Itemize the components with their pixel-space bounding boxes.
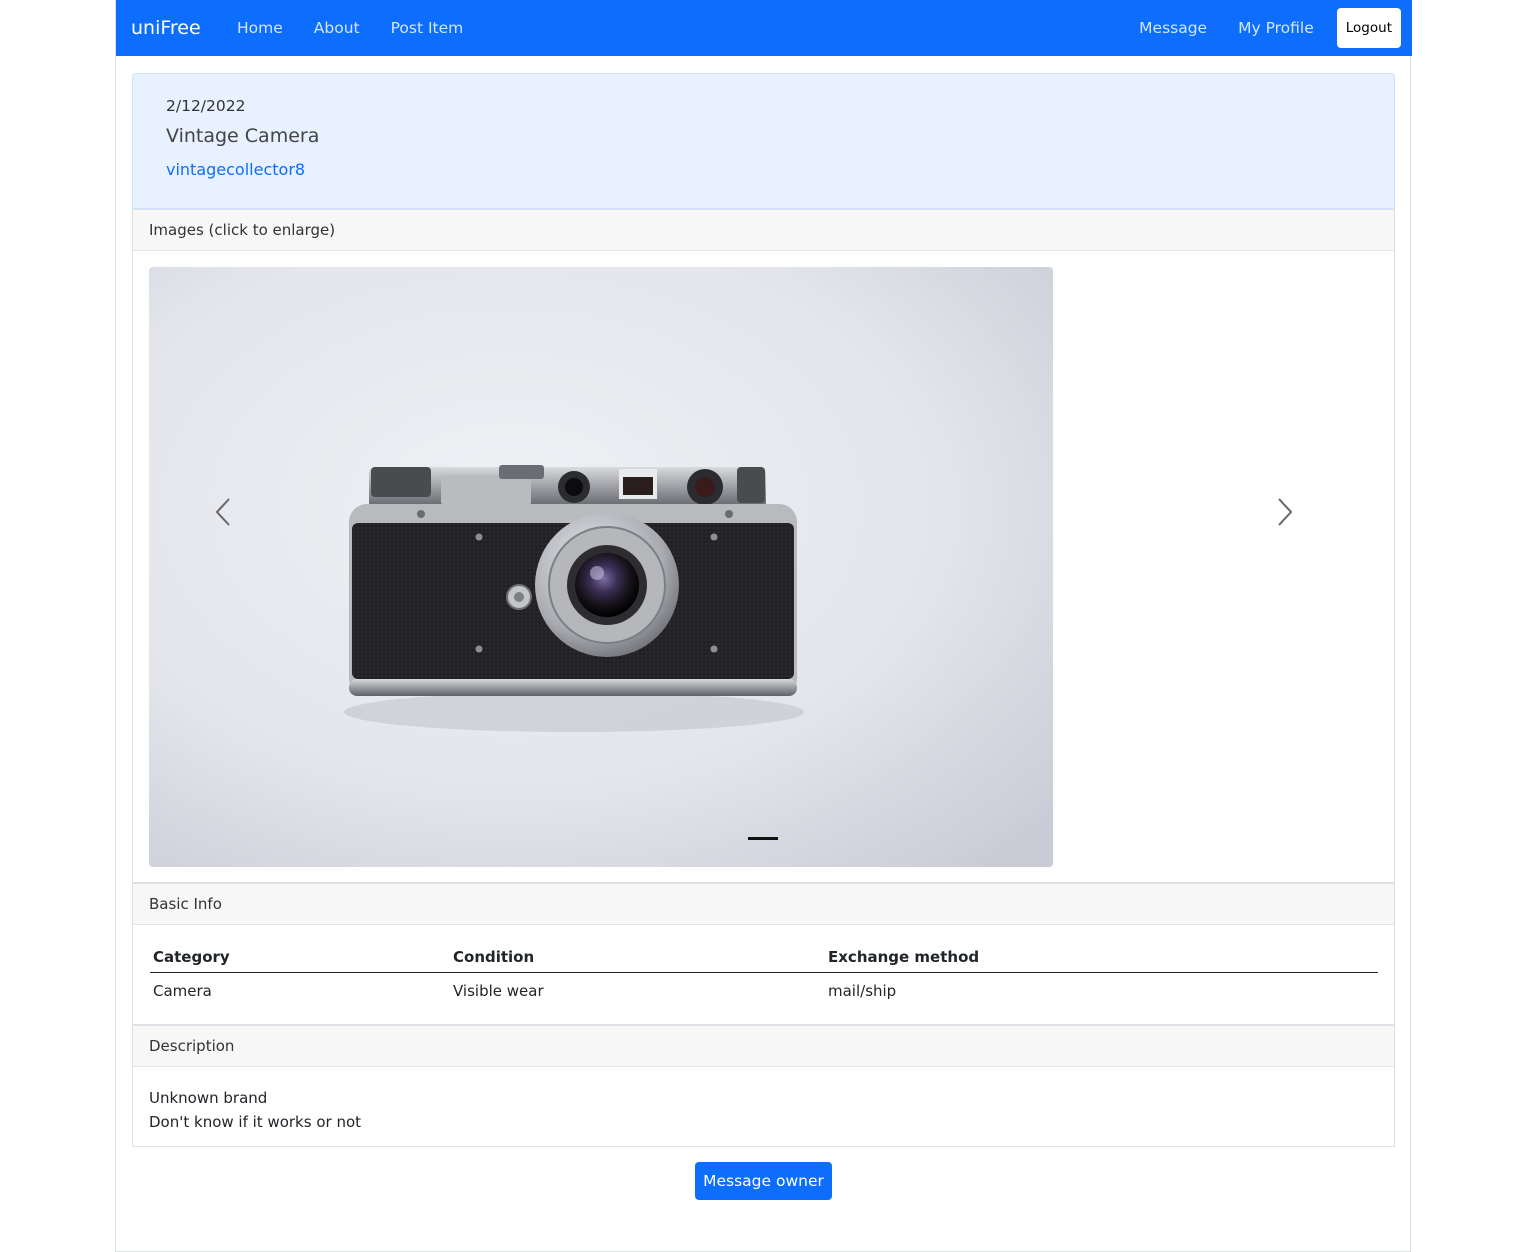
carousel-prev-button[interactable] bbox=[209, 495, 239, 529]
chevron-left-icon bbox=[215, 498, 230, 526]
description-body: Unknown brand Don't know if it works or … bbox=[133, 1067, 1394, 1134]
exchange-method-value: mail/ship bbox=[828, 982, 897, 1000]
basic-info-table: Category Condition Exchange method Camer… bbox=[150, 941, 1378, 1009]
images-card: Images (click to enlarge) bbox=[132, 209, 1395, 883]
description-line: Don't know if it works or not bbox=[149, 1113, 362, 1131]
owner-username-link[interactable]: vintagecollector8 bbox=[166, 160, 305, 179]
column-header-condition: Condition bbox=[450, 941, 825, 973]
description-line: Unknown brand bbox=[149, 1089, 268, 1107]
table-row: Camera Visible wear mail/ship bbox=[150, 973, 1378, 1010]
description-header: Description bbox=[133, 1026, 1394, 1067]
column-header-exchange-method: Exchange method bbox=[825, 941, 1378, 973]
nav-message-link[interactable]: Message bbox=[1139, 19, 1207, 37]
images-card-header: Images (click to enlarge) bbox=[133, 210, 1394, 251]
table-header-row: Category Condition Exchange method bbox=[150, 941, 1378, 973]
nav-about-link[interactable]: About bbox=[314, 19, 360, 37]
camera-photo[interactable] bbox=[149, 267, 1053, 867]
description-card: Description Unknown brand Don't know if … bbox=[132, 1025, 1395, 1147]
post-title: Vintage Camera bbox=[166, 125, 320, 147]
chevron-right-icon bbox=[1278, 498, 1293, 526]
nav-post-item-link[interactable]: Post Item bbox=[391, 19, 464, 37]
navbar: uniFree Home About Post Item Message My … bbox=[116, 0, 1412, 56]
post-date: 2/12/2022 bbox=[166, 97, 246, 115]
basic-info-header: Basic Info bbox=[133, 884, 1394, 925]
post-header-card: 2/12/2022 Vintage Camera vintagecollecto… bbox=[132, 73, 1395, 209]
category-value: Camera bbox=[153, 982, 212, 1000]
message-owner-button[interactable]: Message owner bbox=[695, 1162, 832, 1200]
nav-my-profile-link[interactable]: My Profile bbox=[1238, 19, 1314, 37]
nav-left: Home About Post Item bbox=[237, 19, 463, 37]
basic-info-card: Basic Info Category Condition Exchange m… bbox=[132, 883, 1395, 1025]
app-container: uniFree Home About Post Item Message My … bbox=[115, 0, 1412, 1252]
carousel-indicator-active[interactable] bbox=[748, 837, 778, 840]
brand-logo[interactable]: uniFree bbox=[131, 17, 222, 39]
column-header-category: Category bbox=[150, 941, 450, 973]
image-carousel[interactable] bbox=[149, 267, 1053, 867]
condition-value: Visible wear bbox=[453, 982, 544, 1000]
nav-right: Message My Profile Logout bbox=[1139, 8, 1401, 48]
carousel-next-button[interactable] bbox=[1269, 495, 1299, 529]
nav-home-link[interactable]: Home bbox=[237, 19, 283, 37]
logout-button[interactable]: Logout bbox=[1336, 8, 1401, 48]
